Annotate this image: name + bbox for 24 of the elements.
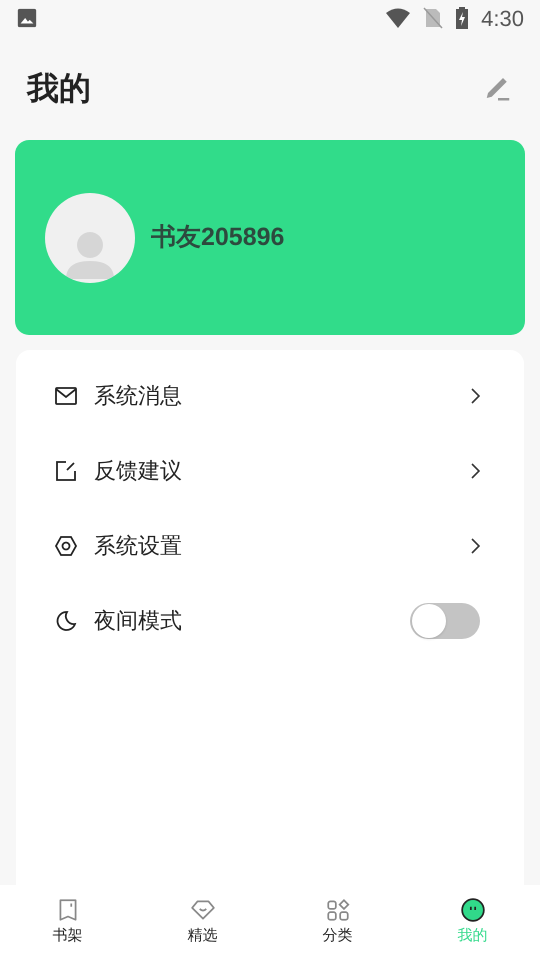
tab-item[interactable]: 书架 xyxy=(52,925,82,948)
menu-item[interactable]: 夜间模式 xyxy=(94,604,410,637)
menu-item[interactable]: 系统消息 xyxy=(94,379,470,412)
night-mode-switch[interactable] xyxy=(410,602,480,638)
moon-icon xyxy=(54,608,78,632)
wifi-icon xyxy=(385,7,412,29)
edit-square-icon xyxy=(54,458,78,482)
chevron-right-icon xyxy=(470,462,480,478)
battery-icon xyxy=(455,6,470,30)
username: 书友205896 xyxy=(151,222,284,253)
profile-card[interactable]: 书友205896 xyxy=(15,140,525,335)
page-title: 我的 xyxy=(27,69,91,108)
menu-item[interactable]: 系统设置 xyxy=(94,529,470,562)
clock-time: 4:30 xyxy=(481,4,524,32)
chevron-right-icon xyxy=(470,388,480,404)
hexagon-icon xyxy=(54,534,78,558)
tab-item[interactable]: 分类 xyxy=(322,925,352,948)
image-icon xyxy=(16,7,38,29)
no-sim-icon xyxy=(423,7,444,29)
grid-icon xyxy=(324,897,350,924)
menu-item[interactable]: 反馈建议 xyxy=(94,454,470,487)
tab-item[interactable]: 精选 xyxy=(188,925,218,948)
chevron-right-icon xyxy=(470,538,480,554)
face-icon xyxy=(460,897,486,924)
